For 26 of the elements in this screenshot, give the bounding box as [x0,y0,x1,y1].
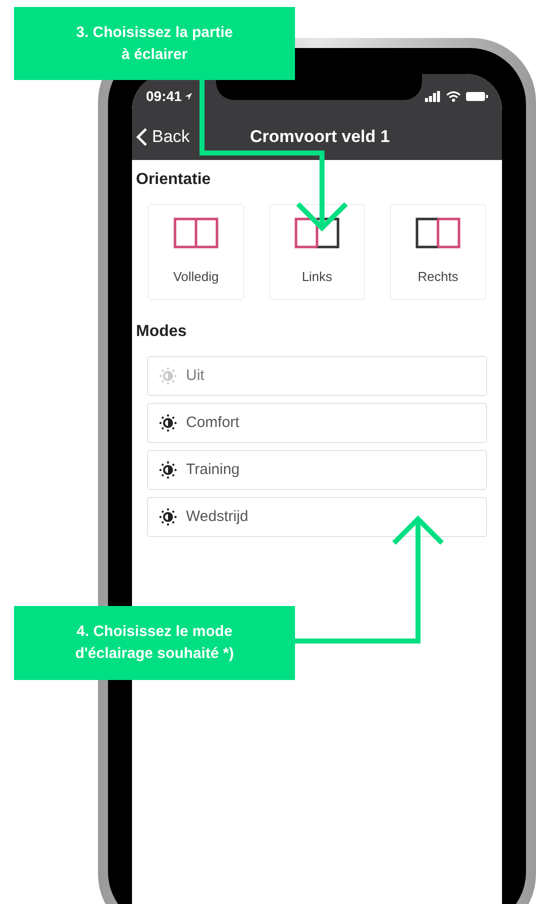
orientation-option[interactable]: Links [269,204,365,300]
section-heading: Orientatie [136,170,212,190]
sun-icon [159,508,177,526]
chevron-left-icon [136,127,148,147]
orientation-option[interactable]: Rechts [390,204,486,300]
mode-option[interactable]: Comfort [147,403,487,443]
mode-option[interactable]: Wedstrijd [147,497,487,537]
sun-icon [159,367,177,385]
mode-option[interactable]: Uit [147,356,487,396]
sun-icon [159,414,177,432]
wifi-icon [446,90,461,102]
split-panel-icon [293,217,341,250]
signal-icon [425,90,441,102]
orientation-option[interactable]: Volledig [148,204,244,300]
mode-option[interactable]: Training [147,450,487,490]
status-time: 09:41 [146,86,182,106]
split-panel-icon [414,217,462,250]
location-icon [184,92,193,100]
section-heading: Modes [136,322,188,342]
sun-icon [159,461,177,479]
callout-box: 3. Choisissez la partie à éclairer [14,7,295,80]
split-panel-icon [172,217,220,250]
callout-box: 4. Choisissez le mode d'éclairage souhaité *) [14,606,295,680]
screen-title: Cromvoort veld 1 [250,126,390,148]
back-button[interactable]: Back [136,124,190,150]
battery-icon [466,90,488,102]
